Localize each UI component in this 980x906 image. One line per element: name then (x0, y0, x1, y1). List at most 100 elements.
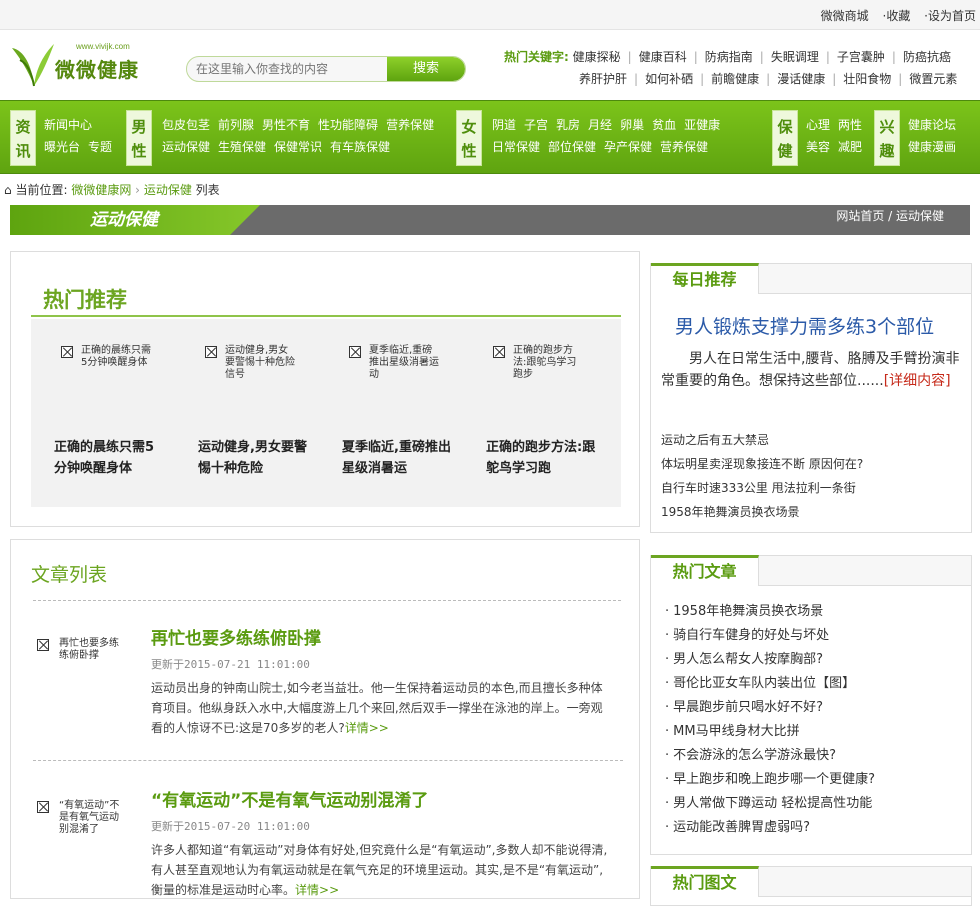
nav-link[interactable]: 乳房 (556, 118, 580, 132)
list-item[interactable]: 体坛明星卖淫现象接连不断 原因何在? (661, 452, 863, 476)
nav-link[interactable]: 健康漫画 (908, 140, 956, 154)
hot-recommend-item[interactable]: 运动健身,男女要警惕十种危险信号 运动健身,男女要警惕十种危险 (175, 319, 319, 507)
hot-keyword[interactable]: 漫话健康 (777, 72, 825, 86)
list-item[interactable]: 男人怎么帮女人按摩胸部? (665, 648, 875, 672)
nav-link[interactable]: 月经 (588, 118, 612, 132)
nav-link[interactable]: 健康论坛 (908, 118, 956, 132)
hot-keyword[interactable]: 微置元素 (909, 72, 957, 86)
hot-recommend-item-title[interactable]: 夏季临近,重磅推出星级消暑运 (342, 437, 452, 479)
hot-recommend-item[interactable]: 正确的晨练只需5分钟唤醒身体 正确的晨练只需5分钟唤醒身体 (31, 319, 175, 507)
nav-group-female: 女性 阴道 子宫 乳房 月经 卵巢 贫血 亚健康 日常保健 部位保健 孕产保健 营养保健 (456, 110, 766, 166)
daily-recommend-panel: 每日推荐 男人锻炼支撑力需多练3个部位 男人在日常生活中,腰背、胳膊及手臂扮演非… (650, 263, 972, 533)
nav-link[interactable]: 卵巢 (620, 118, 644, 132)
site-logo[interactable]: www.vivijk.com 微微健康 (10, 40, 150, 88)
nav-link[interactable]: 减肥 (838, 140, 862, 154)
list-item[interactable]: 运动能改善脾胃虚弱吗? (665, 816, 875, 840)
breadcrumb-section[interactable]: 运动保健 (144, 183, 192, 197)
list-item[interactable]: 自行车时速333公里 甩法拉利一条街 (661, 476, 863, 500)
nav-link[interactable]: 阴道 (492, 118, 516, 132)
hot-keyword[interactable]: 如何补硒 (645, 72, 693, 86)
daily-link-list: 运动之后有五大禁忌 体坛明星卖淫现象接连不断 原因何在? 自行车时速333公里 … (661, 428, 863, 524)
nav-link[interactable]: 部位保健 (548, 140, 596, 154)
top-link-mall[interactable]: 微微商城 (821, 9, 869, 23)
search-button[interactable]: 搜索 (387, 57, 465, 81)
broken-image-icon[interactable]: 运动健身,男女要警惕十种危险信号 (205, 345, 305, 405)
nav-link[interactable]: 前列腺 (218, 118, 254, 132)
hot-recommend-item-title[interactable]: 正确的晨练只需5分钟唤醒身体 (54, 437, 164, 479)
list-item[interactable]: 1958年艳舞演员换衣场景 (661, 500, 863, 524)
list-item[interactable]: 早上跑步和晚上跑步哪一个更健康? (665, 768, 875, 792)
nav-link[interactable]: 美容 (806, 140, 830, 154)
nav-link[interactable]: 营养保健 (386, 118, 434, 132)
hot-keyword[interactable]: 失眠调理 (771, 50, 819, 64)
article-more-link[interactable]: 详情>> (345, 721, 389, 735)
breadcrumb-home[interactable]: 微微健康网 (71, 183, 131, 197)
list-item[interactable]: MM马甲线身材大比拼 (665, 720, 875, 744)
daily-headline[interactable]: 男人锻炼支撑力需多练3个部位 (675, 312, 934, 339)
broken-image-icon[interactable]: 夏季临近,重磅推出星级消暑运动 (349, 345, 449, 405)
nav-link[interactable]: 曝光台 (44, 140, 80, 154)
chevron-right-icon: › (135, 183, 140, 197)
article-date: 更新于2015-07-20 11:01:00 (151, 820, 310, 833)
list-item[interactable]: 骑自行车健身的好处与坏处 (665, 624, 875, 648)
nav-group-news: 资讯 新闻中心 曝光台 专题 (10, 110, 120, 166)
nav-link[interactable]: 新闻中心 (44, 118, 92, 132)
list-item[interactable]: 不会游泳的怎么学游泳最快? (665, 744, 875, 768)
search-box: 搜索 (186, 56, 466, 82)
section-path[interactable]: 网站首页 / 运动保健 (836, 205, 944, 227)
nav-link[interactable]: 包皮包茎 (162, 118, 210, 132)
list-item[interactable]: 男人常做下蹲运动 轻松提高性功能 (665, 792, 875, 816)
search-input[interactable] (187, 57, 387, 81)
broken-image-icon[interactable]: 正确的跑步方法:跟鸵鸟学习跑步 (493, 345, 593, 405)
article-list-title: 文章列表 (31, 564, 108, 586)
hot-keyword[interactable]: 防癌抗癌 (903, 50, 951, 64)
nav-category-health[interactable]: 保健 (772, 110, 798, 166)
hot-recommend-item[interactable]: 正确的跑步方法:跟鸵鸟学习跑步 正确的跑步方法:跟鸵鸟学习跑 (463, 319, 607, 507)
nav-link[interactable]: 营养保健 (660, 140, 708, 154)
top-link-homepage[interactable]: ·设为首页 (924, 9, 976, 23)
list-item[interactable]: 哥伦比亚女车队内装出位【图】 (665, 672, 875, 696)
article-more-link[interactable]: 详情>> (295, 883, 339, 897)
hot-keyword[interactable]: 子宫囊肿 (837, 50, 885, 64)
hot-pics-title: 热门图文 (651, 866, 759, 897)
hot-keyword[interactable]: 健康探秘 (573, 50, 621, 64)
top-link-favorite[interactable]: ·收藏 (883, 9, 911, 23)
nav-category-interest[interactable]: 兴趣 (874, 110, 900, 166)
hot-keyword[interactable]: 养肝护肝 (579, 72, 627, 86)
nav-link[interactable]: 生殖保健 (218, 140, 266, 154)
hot-keyword[interactable]: 防病指南 (705, 50, 753, 64)
nav-link[interactable]: 孕产保健 (604, 140, 652, 154)
hot-recommend-item-title[interactable]: 正确的跑步方法:跟鸵鸟学习跑 (486, 437, 596, 479)
hot-keyword[interactable]: 健康百科 (639, 50, 687, 64)
nav-group-male: 男性 包皮包茎 前列腺 男性不育 性功能障碍 营养保健 运动保健 生殖保健 保健常识 有车族保… (126, 110, 451, 166)
nav-group-interest: 兴趣 健康论坛 健康漫画 (874, 110, 974, 166)
nav-link[interactable]: 子宫 (524, 118, 548, 132)
broken-image-icon[interactable]: 正确的晨练只需5分钟唤醒身体 (61, 345, 161, 405)
nav-link[interactable]: 专题 (88, 140, 112, 154)
nav-link[interactable]: 运动保健 (162, 140, 210, 154)
nav-link[interactable]: 日常保健 (492, 140, 540, 154)
hot-keyword[interactable]: 壮阳食物 (843, 72, 891, 86)
logo-url: www.vivijk.com (76, 42, 130, 51)
list-item[interactable]: 早晨跑步前只喝水好不好? (665, 696, 875, 720)
article-title[interactable]: 再忙也要多练练俯卧撑 (151, 624, 321, 649)
hot-recommend-item[interactable]: 夏季临近,重磅推出星级消暑运动 夏季临近,重磅推出星级消暑运 (319, 319, 463, 507)
hot-recommend-item-title[interactable]: 运动健身,男女要警惕十种危险 (198, 437, 308, 479)
nav-link[interactable]: 亚健康 (684, 118, 720, 132)
hot-pics-panel: 热门图文 (650, 866, 972, 906)
nav-link[interactable]: 两性 (838, 118, 862, 132)
nav-link[interactable]: 心理 (806, 118, 830, 132)
nav-category-female[interactable]: 女性 (456, 110, 482, 166)
nav-link[interactable]: 贫血 (652, 118, 676, 132)
nav-link[interactable]: 性功能障碍 (318, 118, 378, 132)
nav-link[interactable]: 男性不育 (262, 118, 310, 132)
daily-more-link[interactable]: [详细内容] (884, 373, 951, 389)
nav-category-male[interactable]: 男性 (126, 110, 152, 166)
hot-keyword[interactable]: 前瞻健康 (711, 72, 759, 86)
nav-link[interactable]: 有车族保健 (330, 140, 390, 154)
list-item[interactable]: 1958年艳舞演员换衣场景 (665, 600, 875, 624)
nav-category-news[interactable]: 资讯 (10, 110, 36, 166)
nav-link[interactable]: 保健常识 (274, 140, 322, 154)
list-item[interactable]: 运动之后有五大禁忌 (661, 428, 863, 452)
article-title[interactable]: “有氧运动”不是有氧气运动别混淆了 (151, 786, 428, 811)
